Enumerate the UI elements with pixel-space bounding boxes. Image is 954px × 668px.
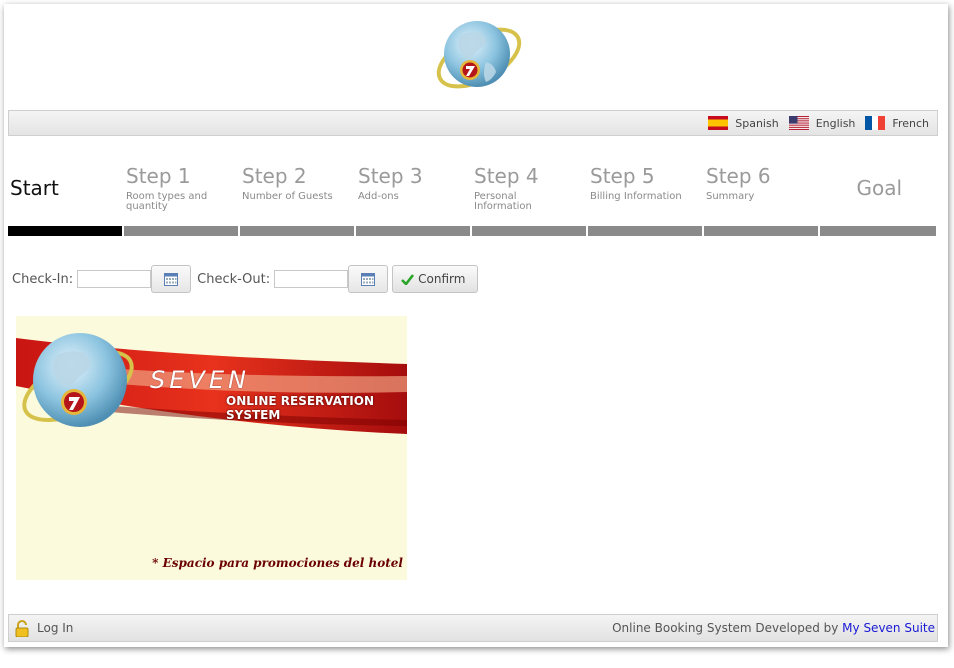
language-spanish[interactable]: Spanish [708,116,779,130]
tagline-line-2: SYSTEM [226,408,281,422]
step-title: Step 5 [590,164,655,188]
step-progress-bar [820,226,936,236]
france-flag-icon [865,116,886,130]
step-title: Goal [856,176,902,200]
padlock-icon [15,619,29,637]
step-progress-bar [124,226,238,236]
language-label: Spanish [735,116,779,130]
confirm-button[interactable]: Confirm [392,265,479,293]
spain-flag-icon [708,116,729,130]
step-subtitle: Personal Information [474,191,532,212]
page-frame: Spanish English French Start Step 1 Room… [4,4,948,647]
checkin-calendar-button[interactable] [151,265,192,293]
language-label: French [892,116,929,130]
step-title: Step 6 [706,164,771,188]
confirm-label: Confirm [418,272,466,286]
step-3[interactable]: Step 3 Add-ons [356,144,470,244]
checkmark-icon [401,273,415,285]
language-english[interactable]: English [788,116,856,130]
step-2[interactable]: Step 2 Number of Guests [240,144,354,244]
step-progress-bar [472,226,586,236]
seven-brand-text: SEVEN [150,366,250,394]
step-progress: Start Step 1 Room types and quantity Ste… [8,144,938,244]
my-seven-suite-link[interactable]: My Seven Suite [842,621,935,635]
step-start[interactable]: Start [8,144,122,244]
step-subtitle: Billing Information [590,191,682,202]
promotion-banner: SEVEN ONLINE RESERVATION SYSTEM * Espaci… [16,316,407,580]
calendar-icon [164,272,179,286]
step-progress-bar [704,226,818,236]
calendar-icon [361,272,376,286]
step-4[interactable]: Step 4 Personal Information [472,144,586,244]
checkin-label: Check-In: [12,271,74,287]
checkout-input[interactable] [274,270,349,288]
tagline-line-1: ONLINE RESERVATION [226,394,375,408]
globe-logo-icon [436,21,522,89]
footer-bar: Log In Online Booking System Developed b… [8,614,938,642]
footer-credit: Online Booking System Developed by My Se… [612,621,935,635]
credit-text: Online Booking System Developed by [612,621,843,635]
step-title: Step 1 [126,164,191,188]
step-progress-bar [240,226,354,236]
language-french[interactable]: French [865,116,929,130]
step-6[interactable]: Step 6 Summary [704,144,818,244]
step-title: Start [10,176,59,200]
checkout-calendar-button[interactable] [348,265,389,293]
step-progress-bar [356,226,470,236]
step-subtitle: Add-ons [358,191,399,202]
seven-banner-graphic [16,333,407,434]
usa-flag-icon [788,116,809,130]
login-label: Log In [37,621,74,635]
checkout-label: Check-Out: [197,271,271,287]
language-bar: Spanish English French [8,110,938,136]
step-1[interactable]: Step 1 Room types and quantity [124,144,238,244]
step-5[interactable]: Step 5 Billing Information [588,144,702,244]
step-progress-bar [588,226,702,236]
date-selection-row: Check-In: Check-Out: Confirm [12,265,479,293]
step-title: Step 2 [242,164,307,188]
step-subtitle: Summary [706,191,755,202]
login-link[interactable]: Log In [15,619,74,637]
step-subtitle: Number of Guests [242,191,333,202]
language-label: English [815,116,856,130]
promotion-caption: * Espacio para promociones del hotel [152,556,403,570]
step-title: Step 4 [474,164,539,188]
step-title: Step 3 [358,164,423,188]
step-goal[interactable]: Goal [820,144,936,244]
step-progress-bar [8,226,122,236]
step-subtitle: Room types and quantity [126,191,208,212]
checkin-input[interactable] [77,270,152,288]
